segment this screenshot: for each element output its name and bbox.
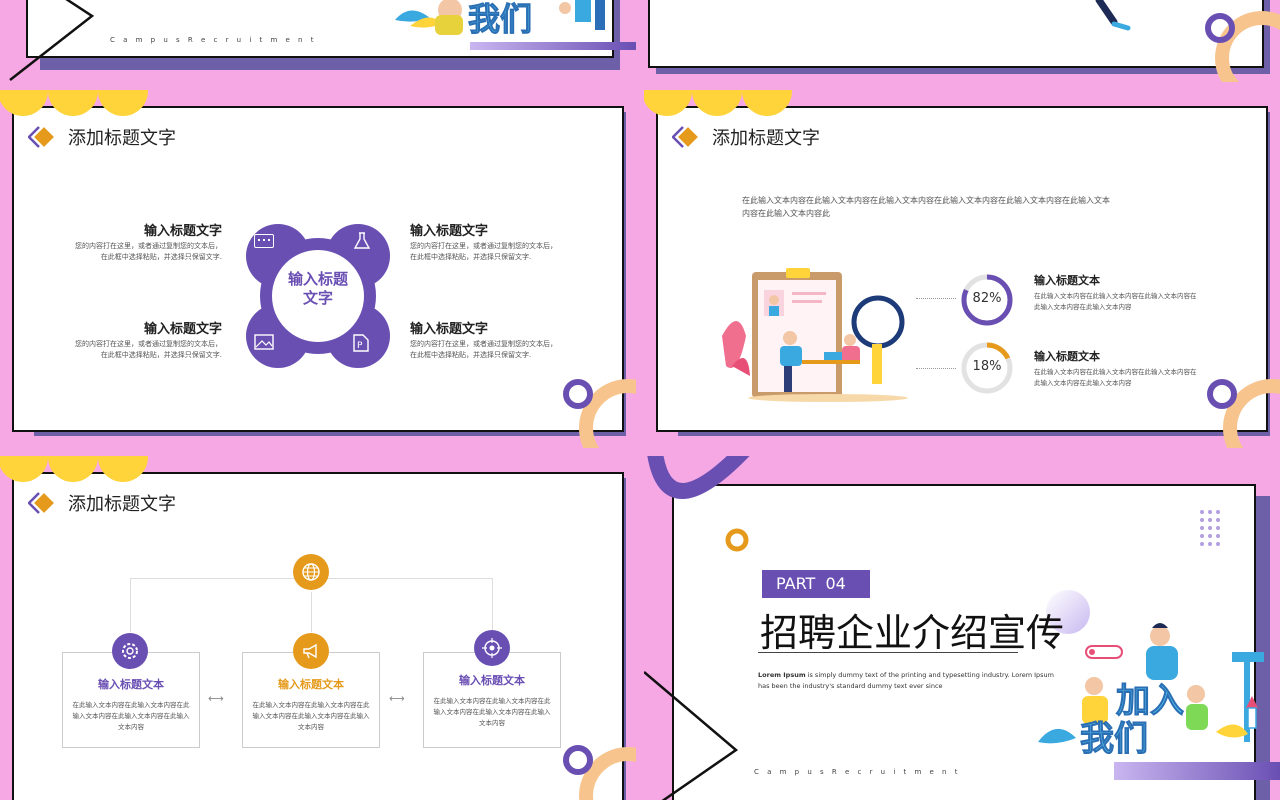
double-arrow-icon: ⟷: [389, 692, 405, 705]
stat-text-1: 输入标题文本 在此输入文本内容在此输入文本内容在此输入文本内容在 此输入文本内容…: [1034, 274, 1197, 311]
svg-text:我们: 我们: [1080, 719, 1148, 759]
chat-icon: [254, 234, 274, 248]
bubble-decoration: [0, 456, 148, 482]
slide-title: 招聘企业介绍宣传: [760, 611, 1065, 655]
text-block-bottom-left: 输入标题文字 您的内容打在这里，或者通过复制您的文本后， 在此框中选择粘贴，并选…: [75, 322, 222, 359]
dotted-connector: [916, 368, 956, 369]
document-icon: P: [353, 334, 369, 352]
globe-icon: [293, 554, 329, 590]
arc-decoration: [647, 456, 750, 552]
text-block-top-right: 输入标题文字 您的内容打在这里，或者通过复制您的文本后， 在此框中选择粘贴，并选…: [410, 224, 557, 261]
percent-82: 82%: [972, 291, 1002, 306]
svg-text:加入: 加入: [1116, 681, 1184, 721]
ring-decoration: [563, 745, 636, 800]
diamond-logo-icon: [27, 125, 60, 149]
megaphone-icon: [293, 633, 329, 669]
text-block-bottom-right: 输入标题文字 您的内容打在这里，或者通过复制您的文本后， 在此框中选择粘贴，并选…: [410, 322, 557, 359]
section-title: 添加标题文字: [27, 124, 176, 150]
lorem-text: Lorem Ipsum is simply dummy text of the …: [758, 671, 1055, 690]
part-label: PART 04: [762, 570, 870, 598]
dotted-connector: [916, 298, 956, 299]
bubble-decoration: [644, 90, 792, 116]
person-leg-illustration: [1095, 0, 1131, 31]
target-icon: [474, 630, 510, 666]
campus-recruitment-text: C a m p u s R e c r u i t m e n t: [110, 36, 317, 44]
section-title: 添加标题文字: [27, 490, 176, 516]
intro-paragraph: 在此输入文本内容在此输入文本内容在此输入文本内容在此输入文本内容在此输入文本内容…: [742, 196, 1110, 218]
text-block-top-left: 输入标题文字 您的内容打在这里，或者通过复制您的文本后， 在此框中选择粘贴，并选…: [75, 224, 222, 261]
section-title-text: 添加标题文字: [68, 494, 176, 515]
triangle-decoration: [644, 671, 739, 800]
section-title-text: 添加标题文字: [712, 128, 820, 149]
svg-text:我们: 我们: [468, 0, 532, 38]
campus-recruitment-text: C a m p u s R e c r u i t m e n t: [754, 768, 961, 776]
section-title: 添加标题文字: [671, 124, 820, 150]
dot-grid-decoration: [1200, 510, 1220, 546]
slide-thumbnail-3[interactable]: 添加标题文字 输入标题文字 P 输入标题文字 您的内容打在这里，或者通过复制您的…: [0, 90, 636, 448]
slide-thumbnail-4[interactable]: 添加标题文字 在此输入文本内容在此输入文本内容在此输入文本内容在此输入文本内容在…: [644, 90, 1280, 448]
ring-decoration: [1207, 379, 1280, 448]
gear-icon: [112, 633, 148, 669]
info-box-3-content: 输入标题文本 在此输入文本内容在此输入文本内容在此 输入文本内容在此输入文本内容…: [433, 674, 551, 727]
percent-18: 18%: [972, 359, 1002, 374]
slide-2-card: [648, 0, 1264, 68]
slide-thumbnail-1[interactable]: C a m p u s R e c r u i t m e n t 我们: [0, 0, 636, 82]
diamond-logo-icon: [671, 125, 704, 149]
info-box-2-content: 输入标题文本 在此输入文本内容在此输入文本内容在此 输入文本内容在此输入文本内容…: [252, 678, 370, 731]
interview-illustration: [722, 268, 908, 402]
info-box-1-content: 输入标题文本 在此输入文本内容在此输入文本内容在此 输入文本内容在此输入文本内容…: [72, 678, 190, 731]
slide-thumbnail-2[interactable]: [644, 0, 1280, 82]
section-title-text: 添加标题文字: [68, 128, 176, 149]
slide-thumbnail-6[interactable]: PART 04 招聘企业介绍宣传 Lorem Ipsum is simply d…: [644, 456, 1280, 800]
image-icon: [254, 334, 274, 350]
recruit-illustration: 我们: [395, 0, 605, 39]
diamond-logo-icon: [27, 491, 60, 515]
clover-center-text: 输入标题文字: [287, 270, 348, 307]
svg-text:P: P: [357, 341, 363, 351]
join-us-illustration: 加入 我们: [1038, 623, 1264, 760]
stat-text-2: 输入标题文本 在此输入文本内容在此输入文本内容在此输入文本内容在 此输入文本内容…: [1034, 350, 1197, 387]
double-arrow-icon: ⟷: [208, 692, 224, 705]
bubble-decoration: [0, 90, 148, 116]
triangle-decoration: [9, 0, 95, 81]
slide-thumbnail-5[interactable]: 添加标题文字 ⟷ ⟷ 输入标题文本 在此输入文本内容在此输入文本内容在此 输入文…: [0, 456, 636, 800]
ring-decoration: [563, 379, 636, 448]
flask-icon: [353, 232, 371, 249]
ring-decoration: [1205, 11, 1280, 82]
